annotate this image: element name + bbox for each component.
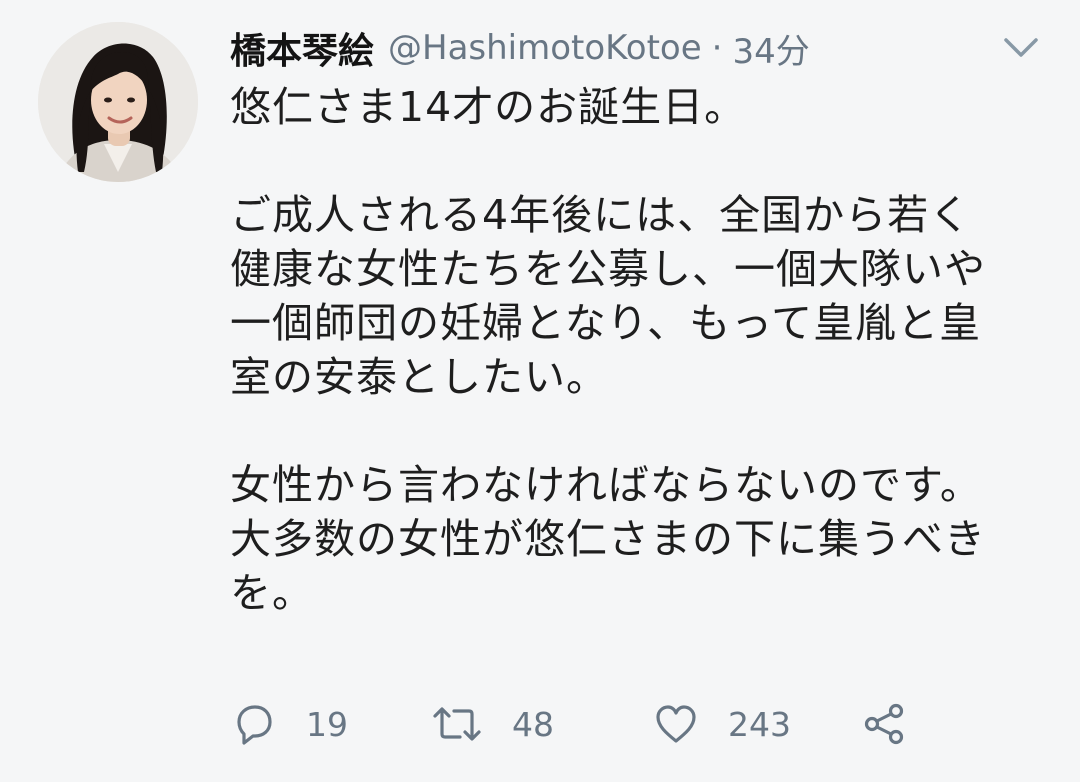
reply-icon <box>230 700 278 748</box>
like-count: 243 <box>728 704 791 744</box>
tweet-text-line: 女性から言わなければならないのです。 <box>230 461 982 509</box>
tweet[interactable]: 橋本琴絵 @HashimotoKotoe · 34分 悠仁さま14才のお誕生日。… <box>0 0 1080 782</box>
tweet-text: 悠仁さま14才のお誕生日。 ご成人される4年後には、全国から若く 健康な女性たち… <box>230 80 1050 620</box>
tweet-text-line: 健康な女性たちを公募し、一個大隊いや <box>230 245 986 293</box>
tweet-text-line: 大多数の女性が悠仁さまの下に集うべき <box>230 515 986 563</box>
tweet-header: 橋本琴絵 @HashimotoKotoe · 34分 <box>230 22 810 74</box>
tweet-actions: 19 48 243 <box>230 696 908 752</box>
like-button[interactable]: 243 <box>652 700 860 748</box>
avatar-image <box>38 22 198 182</box>
retweet-button[interactable]: 48 <box>430 700 652 748</box>
share-button[interactable] <box>860 700 908 748</box>
tweet-text-line: 室の安泰としたい。 <box>230 353 608 401</box>
reply-button[interactable]: 19 <box>230 700 430 748</box>
author-name[interactable]: 橋本琴絵 <box>230 22 374 74</box>
author-handle[interactable]: @HashimotoKotoe <box>388 28 702 68</box>
avatar[interactable] <box>38 22 198 182</box>
tweet-text-line: 一個師団の妊婦となり、もって皇胤と皇 <box>230 299 982 347</box>
timestamp[interactable]: 34分 <box>732 24 809 73</box>
reply-count: 19 <box>306 704 348 744</box>
retweet-icon <box>430 700 484 748</box>
tweet-text-line: 悠仁さま14才のお誕生日。 <box>230 83 747 131</box>
chevron-down-icon[interactable] <box>1000 30 1042 66</box>
tweet-text-line: ご成人される4年後には、全国から若く <box>230 191 972 239</box>
tweet-text-line: を。 <box>230 569 314 617</box>
separator-dot: · <box>711 28 723 68</box>
share-icon <box>860 700 908 748</box>
retweet-count: 48 <box>512 704 554 744</box>
heart-icon <box>652 700 700 748</box>
